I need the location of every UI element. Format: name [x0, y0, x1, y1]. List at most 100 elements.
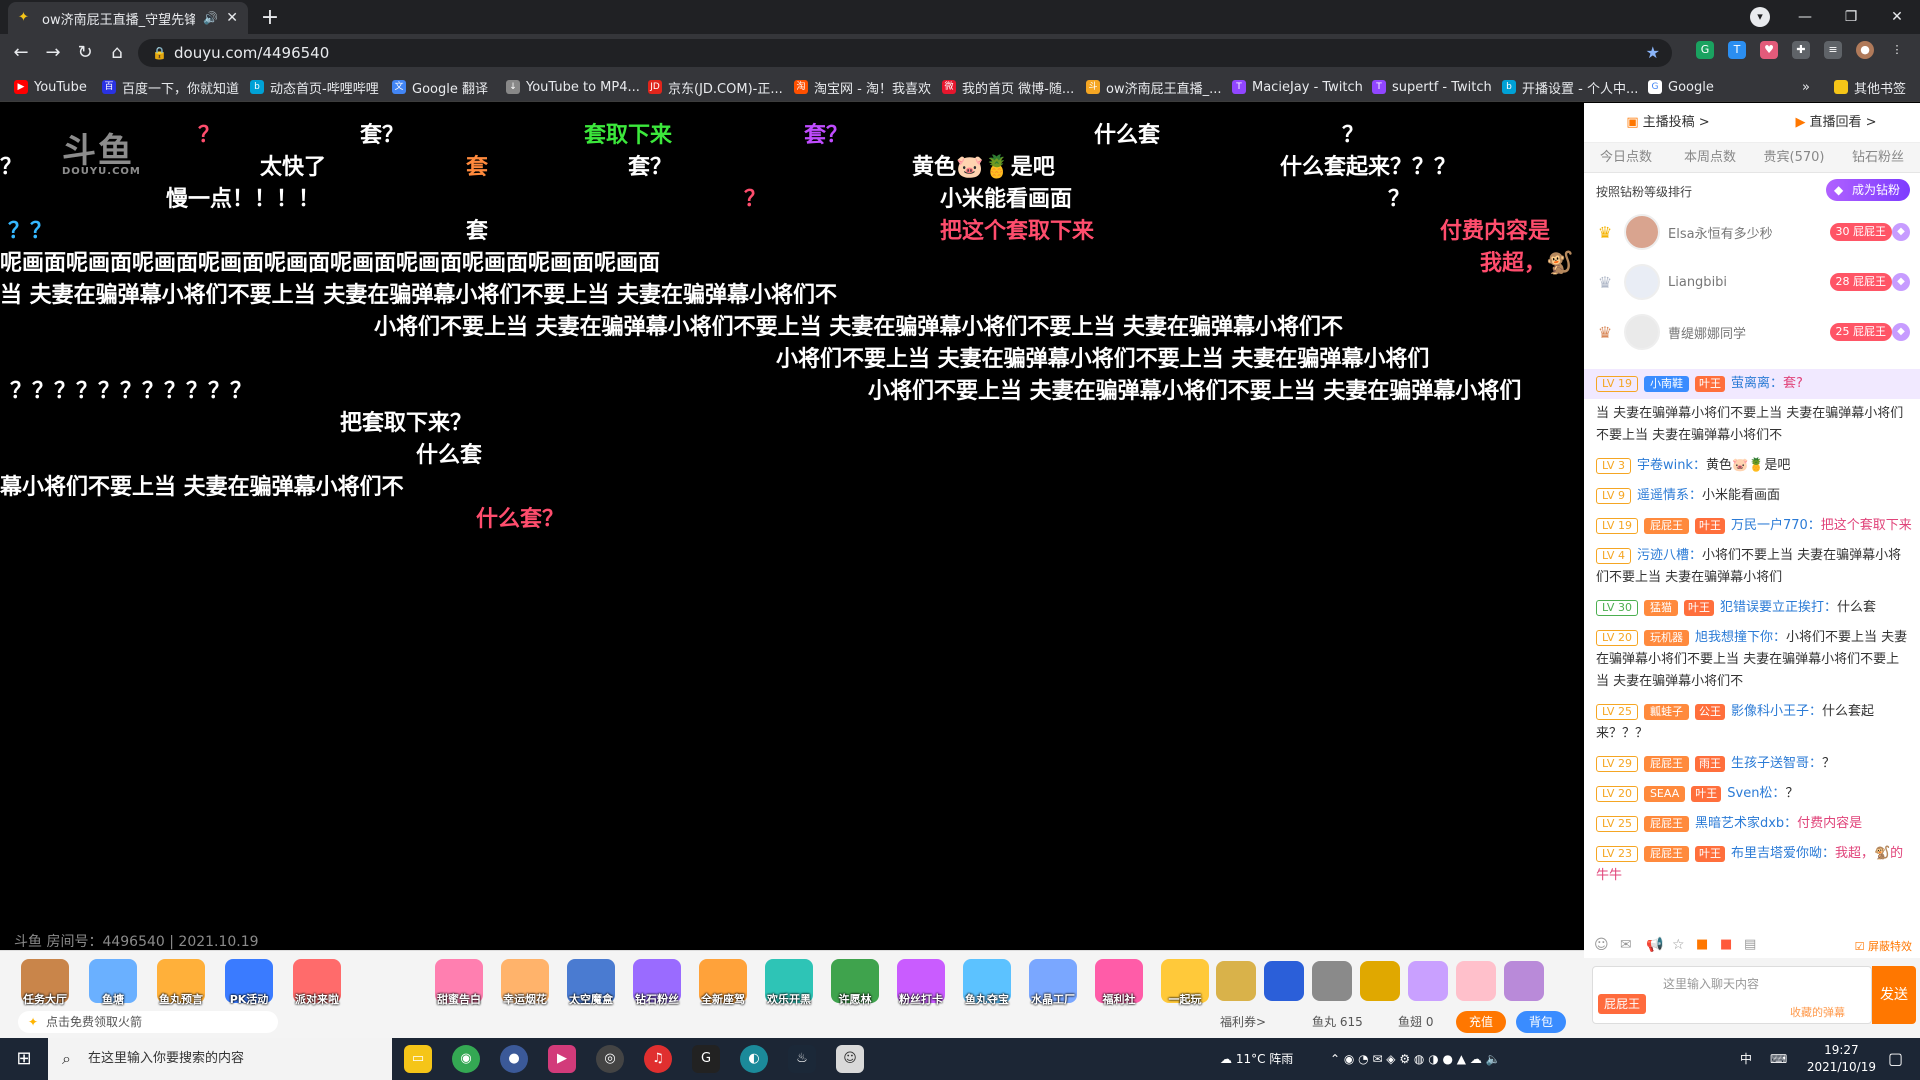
gift-thumbnail[interactable]: [1310, 961, 1354, 1001]
weather[interactable]: ☁ 11°C 阵雨: [1220, 1038, 1293, 1080]
home-icon[interactable]: ⌂: [104, 40, 130, 66]
chat-username[interactable]: 黑暗艺术家dxb：: [1695, 816, 1797, 831]
star-icon[interactable]: ☆: [1672, 937, 1685, 953]
rank-row[interactable]: ♛ Elsa永恒有多少秒 30 屁屁王 ◆: [1584, 207, 1920, 257]
rank-user-name[interactable]: Liangbibi: [1668, 275, 1727, 290]
activity-2[interactable]: 鱼丸预言: [150, 959, 212, 1007]
chat-username[interactable]: 布里吉塔爱你呦：: [1731, 846, 1835, 861]
free-rocket-banner[interactable]: 点击免费领取火箭: [18, 1011, 278, 1033]
chat-username[interactable]: 萤离离：: [1731, 376, 1783, 391]
bookmark-baidu[interactable]: 百百度一下，你就知道: [102, 78, 239, 97]
gift-5[interactable]: 欢乐开黑: [758, 959, 820, 1007]
forward-icon[interactable]: →: [40, 40, 66, 66]
bookmark-bilibili[interactable]: b 动态首页-哔哩哔哩: [250, 78, 379, 97]
send-button[interactable]: 发送: [1872, 966, 1916, 1024]
fan-icon[interactable]: ■: [1696, 937, 1708, 952]
gift-thumbnail[interactable]: [1502, 961, 1546, 1001]
close-tab-icon[interactable]: ✕: [226, 10, 238, 26]
streamer-posts-link[interactable]: ▣ 主播投稿 >: [1584, 103, 1752, 142]
bookmark-star-icon[interactable]: ★: [1646, 39, 1660, 67]
barrage-icon[interactable]: ■: [1720, 937, 1732, 952]
bookmark-twitch-maciejay[interactable]: T MacieJay - Twitch: [1232, 78, 1363, 96]
app-icon[interactable]: ☺: [836, 1045, 864, 1073]
gift-thumbnail[interactable]: [1358, 961, 1402, 1001]
gift-thumbnail[interactable]: [1406, 961, 1450, 1001]
clock[interactable]: 19:27 2021/10/19: [1807, 1042, 1876, 1076]
bookmark-twitch-supertf[interactable]: Tsupertf - Twitch: [1372, 78, 1492, 96]
gift-10[interactable]: 福利社: [1088, 959, 1150, 1007]
app-icon[interactable]: ◐: [740, 1045, 768, 1073]
reading-list-icon[interactable]: ≡: [1824, 41, 1842, 59]
bookmark-youtube[interactable]: ▶ YouTube: [14, 78, 87, 96]
avatar[interactable]: [1624, 214, 1660, 250]
notification-icon[interactable]: ▢: [1888, 1038, 1903, 1080]
replay-link[interactable]: ▶ 直播回看 >: [1752, 103, 1920, 142]
bookmarks-overflow-icon[interactable]: »: [1802, 78, 1810, 96]
fan-badge[interactable]: 瓤蛙子: [1643, 703, 1689, 720]
chat-username[interactable]: 影像科小王子：: [1731, 704, 1822, 719]
chat-username[interactable]: 生孩子送智哥：: [1731, 756, 1822, 771]
mail-icon[interactable]: ✉: [1620, 937, 1632, 953]
close-window-button[interactable]: ✕: [1874, 0, 1920, 34]
video-player[interactable]: 斗鱼 DOUYU.COM ？套？ 套取下来 套？ 什么套？？太快了套套？ 黄色🐷🍍是吧什…: [0, 103, 1584, 950]
gift-4[interactable]: 全新座驾: [692, 959, 754, 1007]
activity-3[interactable]: PK活动: [218, 959, 280, 1007]
become-diamond-fan-button[interactable]: 成为钻粉: [1825, 179, 1910, 201]
reload-icon[interactable]: ↻: [72, 40, 98, 66]
address-bar[interactable]: 🔒 douyu.com/4496540 ★: [138, 39, 1672, 67]
windows-start-icon[interactable]: ⊞: [0, 1038, 48, 1080]
bookmark-douyu[interactable]: 斗 ow济南屁王直播_...: [1086, 78, 1221, 97]
tab-diamond-fans[interactable]: 钻石粉丝: [1836, 143, 1920, 172]
chat-username[interactable]: 宇卷wink：: [1637, 458, 1706, 473]
browser-menu-icon[interactable]: ⋮: [1888, 41, 1906, 59]
profile-avatar[interactable]: ●: [1856, 41, 1874, 59]
bookmark-weibo[interactable]: 微我的首页 微博-随...: [942, 78, 1074, 97]
rank-user-name[interactable]: 曹缇娜娜同学: [1668, 323, 1746, 342]
fan-badge-selector[interactable]: 屁屁王: [1598, 994, 1647, 1014]
extensions-puzzle-icon[interactable]: ✚: [1792, 41, 1810, 59]
gift-9[interactable]: 水晶工厂: [1022, 959, 1084, 1007]
bookmark-google[interactable]: G Google: [1648, 78, 1714, 96]
grammarly-extension-icon[interactable]: G: [1696, 41, 1714, 59]
gift-0[interactable]: 甜蜜告白: [428, 959, 490, 1007]
recharge-button[interactable]: 充值: [1456, 1011, 1506, 1033]
gift-thumbnail[interactable]: [1454, 961, 1498, 1001]
overwatch-icon[interactable]: ◎: [596, 1045, 624, 1073]
gift-6[interactable]: 许愿林: [824, 959, 886, 1007]
gift-thumbnail[interactable]: [1214, 961, 1258, 1001]
bookmark-live-settings[interactable]: b 开播设置 - 个人中...: [1502, 78, 1638, 97]
chat-username[interactable]: 犯错误要立正挨打：: [1720, 600, 1837, 615]
other-bookmarks[interactable]: 其他书签: [1834, 78, 1906, 97]
fan-badge[interactable]: 屁屁王: [1643, 755, 1689, 772]
minimize-button[interactable]: —: [1782, 0, 1828, 34]
rank-row[interactable]: ♛ 曹缇娜娜同学 25 屁屁王 ◆: [1584, 307, 1920, 357]
rank-row[interactable]: ♛ Liangbibi 28 屁屁王 ◆: [1584, 257, 1920, 307]
rank-user-name[interactable]: Elsa永恒有多少秒: [1668, 223, 1773, 242]
chat-username[interactable]: 旭我想撞下你：: [1695, 630, 1786, 645]
fan-badge[interactable]: SEAA: [1643, 785, 1686, 802]
fan-badge[interactable]: 屁屁王: [1643, 815, 1689, 832]
keyboard-icon[interactable]: ⌨: [1770, 1038, 1787, 1080]
horn-icon[interactable]: 📢: [1646, 937, 1663, 953]
gift-8[interactable]: 鱼丸夺宝: [956, 959, 1018, 1007]
input-method[interactable]: 中: [1740, 1038, 1752, 1080]
chat-username[interactable]: 万民一户770：: [1731, 518, 1821, 533]
backpack-button[interactable]: 背包: [1516, 1011, 1566, 1033]
saved-barrage-link[interactable]: 收藏的弹幕: [1790, 1004, 1845, 1020]
gift-1[interactable]: 幸运烟花: [494, 959, 556, 1007]
chat-username[interactable]: 污迹八槽：: [1637, 548, 1702, 563]
new-tab-button[interactable]: +: [256, 4, 284, 32]
chrome-icon[interactable]: ◉: [452, 1045, 480, 1073]
fan-badge[interactable]: 猛猫: [1643, 599, 1678, 616]
chat-messages[interactable]: LV 19 小南鞋 叶王 萤离离：套? 当 夫妻在骗弹幕小将们不要上当 夫妻在骗弹幕小将…: [1584, 369, 1920, 933]
fan-badge[interactable]: 小南鞋: [1643, 375, 1689, 392]
browser-tab[interactable]: ✦ ow济南屁王直播_守望先锋直 🔊 ✕: [8, 2, 248, 34]
speaker-icon[interactable]: 🔊: [203, 11, 218, 25]
avatar[interactable]: [1624, 264, 1660, 300]
list-icon[interactable]: ▤: [1744, 937, 1756, 952]
system-tray-icons[interactable]: ⌃ ◉ ◔ ✉ ◈ ⚙ ◍ ◑ ● ▲ ☁ 🔈: [1330, 1038, 1501, 1080]
activity-1[interactable]: 鱼塘: [82, 959, 144, 1007]
taskbar-search[interactable]: 在这里输入你要搜索的内容: [48, 1038, 392, 1080]
fan-badge[interactable]: 屁屁王: [1643, 517, 1689, 534]
extension-icon[interactable]: ♥: [1760, 41, 1778, 59]
